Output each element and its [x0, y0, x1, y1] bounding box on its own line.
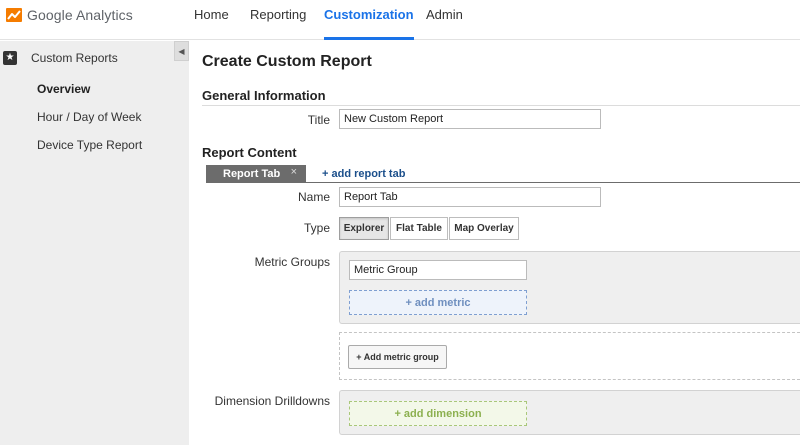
sidebar-section-custom-reports[interactable]: ★ Custom Reports [0, 47, 174, 69]
metric-group-name-input[interactable] [349, 260, 527, 280]
type-label: Type [303, 221, 330, 235]
add-metric-button[interactable]: + add metric [349, 290, 527, 315]
report-type-toggle: Explorer Flat Table Map Overlay [339, 217, 519, 240]
report-tab[interactable]: Report Tab × [206, 165, 306, 182]
main-content: Create Custom Report General Information… [189, 41, 800, 445]
analytics-logo-icon [6, 8, 22, 22]
nav-reporting[interactable]: Reporting [250, 0, 306, 40]
add-report-tab-link[interactable]: + add report tab [322, 168, 405, 180]
add-dimension-button[interactable]: + add dimension [349, 401, 527, 426]
sidebar-collapse-button[interactable]: ◀ [174, 41, 189, 61]
tab-divider [206, 182, 800, 183]
report-content-heading: Report Content [202, 145, 297, 160]
page-title: Create Custom Report [202, 53, 372, 70]
general-information-heading: General Information [202, 88, 326, 103]
name-label: Name [297, 190, 330, 204]
title-input[interactable] [339, 109, 601, 129]
nav-home[interactable]: Home [194, 0, 229, 40]
metric-groups-label: Metric Groups [254, 255, 330, 269]
dimension-drilldowns-panel: + add dimension [339, 390, 800, 435]
nav-customization[interactable]: Customization [324, 0, 414, 40]
tab-name-input[interactable] [339, 187, 601, 207]
report-tab-label: Report Tab [223, 167, 281, 180]
sidebar-item-hour-day-of-week[interactable]: Hour / Day of Week [37, 110, 141, 124]
nav-admin[interactable]: Admin [426, 0, 463, 40]
chevron-left-icon: ◀ [178, 46, 185, 56]
metric-group-panel: + add metric [339, 251, 800, 324]
sidebar-item-device-type-report[interactable]: Device Type Report [37, 138, 142, 152]
top-navigation-bar: Google Analytics Home Reporting Customiz… [0, 0, 800, 40]
close-icon[interactable]: × [291, 166, 297, 178]
title-label: Title [307, 113, 330, 127]
logo-text: Google Analytics [27, 7, 133, 23]
section-divider [202, 105, 800, 106]
add-metric-group-panel: + Add metric group [339, 332, 800, 380]
add-metric-group-button[interactable]: + Add metric group [348, 345, 447, 369]
sidebar [0, 41, 189, 445]
sidebar-item-overview[interactable]: Overview [37, 82, 90, 96]
star-icon: ★ [3, 51, 17, 65]
type-flat-table-button[interactable]: Flat Table [390, 217, 448, 240]
sidebar-section-label: Custom Reports [31, 51, 118, 65]
google-analytics-logo[interactable]: Google Analytics [6, 5, 133, 25]
report-tab-strip: Report Tab × + add report tab [206, 165, 405, 182]
dimension-drilldowns-label: Dimension Drilldowns [214, 394, 330, 408]
type-map-overlay-button[interactable]: Map Overlay [449, 217, 519, 240]
type-explorer-button[interactable]: Explorer [339, 217, 389, 240]
